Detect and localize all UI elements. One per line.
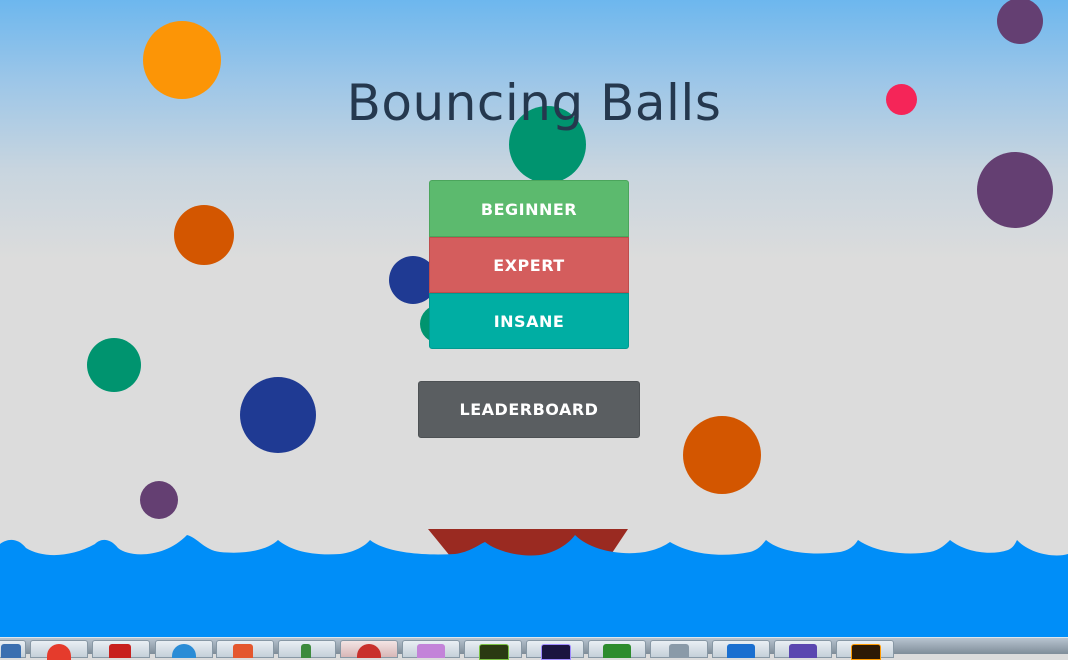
- greenfoot-icon: [603, 644, 631, 658]
- taskbar-button[interactable]: [836, 640, 894, 660]
- start-orb-icon: [1, 644, 21, 658]
- taskbar-button[interactable]: [0, 640, 26, 658]
- taskbar-button[interactable]: [155, 640, 213, 658]
- ball-purple: [977, 152, 1053, 228]
- firefox-icon: [172, 644, 196, 658]
- chrome-icon: [47, 644, 71, 660]
- git-icon: [233, 644, 253, 658]
- photoshop-icon: [727, 644, 755, 658]
- taskbar-button[interactable]: [526, 640, 584, 660]
- ball-purple: [997, 0, 1043, 44]
- game-title: Bouncing Balls: [346, 74, 722, 132]
- beginner-button[interactable]: BEGINNER: [429, 180, 629, 237]
- taskbar-button[interactable]: [402, 640, 460, 658]
- filezilla-icon: [109, 644, 131, 658]
- dreamweaver-icon: [479, 644, 509, 660]
- difficulty-menu: BEGINNER EXPERT INSANE: [429, 180, 629, 349]
- clipboard-icon: [669, 644, 689, 658]
- premiere-icon: [789, 644, 817, 658]
- taskbar-button[interactable]: [774, 640, 832, 658]
- after-effects-icon: [541, 644, 571, 660]
- taskbar-button[interactable]: [650, 640, 708, 658]
- insane-button[interactable]: INSANE: [429, 293, 629, 349]
- taskbar-button[interactable]: [278, 640, 336, 658]
- leaderboard-button[interactable]: LEADERBOARD: [418, 381, 640, 438]
- tool-icon: [357, 644, 381, 658]
- water-waves: [0, 535, 1068, 640]
- ball-navy: [240, 377, 316, 453]
- taskbar-button[interactable]: [92, 640, 150, 658]
- ball-green: [87, 338, 141, 392]
- taskbar-button[interactable]: [588, 640, 646, 658]
- ball-dark-orange: [174, 205, 234, 265]
- taskbar-button[interactable]: [30, 640, 88, 660]
- taskbar-button[interactable]: [712, 640, 770, 658]
- itunes-icon: [417, 644, 445, 658]
- expert-button[interactable]: EXPERT: [429, 237, 629, 293]
- taskbar-button[interactable]: [216, 640, 274, 658]
- notepad-icon: [301, 644, 311, 658]
- taskbar-button[interactable]: [464, 640, 522, 660]
- game-canvas: Bouncing Balls BEGINNER EXPERT INSANE LE…: [0, 0, 1068, 653]
- ball-dark-orange: [683, 416, 761, 494]
- windows-taskbar: [0, 637, 1068, 660]
- illustrator-icon: [851, 644, 881, 660]
- taskbar-button[interactable]: [340, 640, 398, 658]
- ball-purple: [140, 481, 178, 519]
